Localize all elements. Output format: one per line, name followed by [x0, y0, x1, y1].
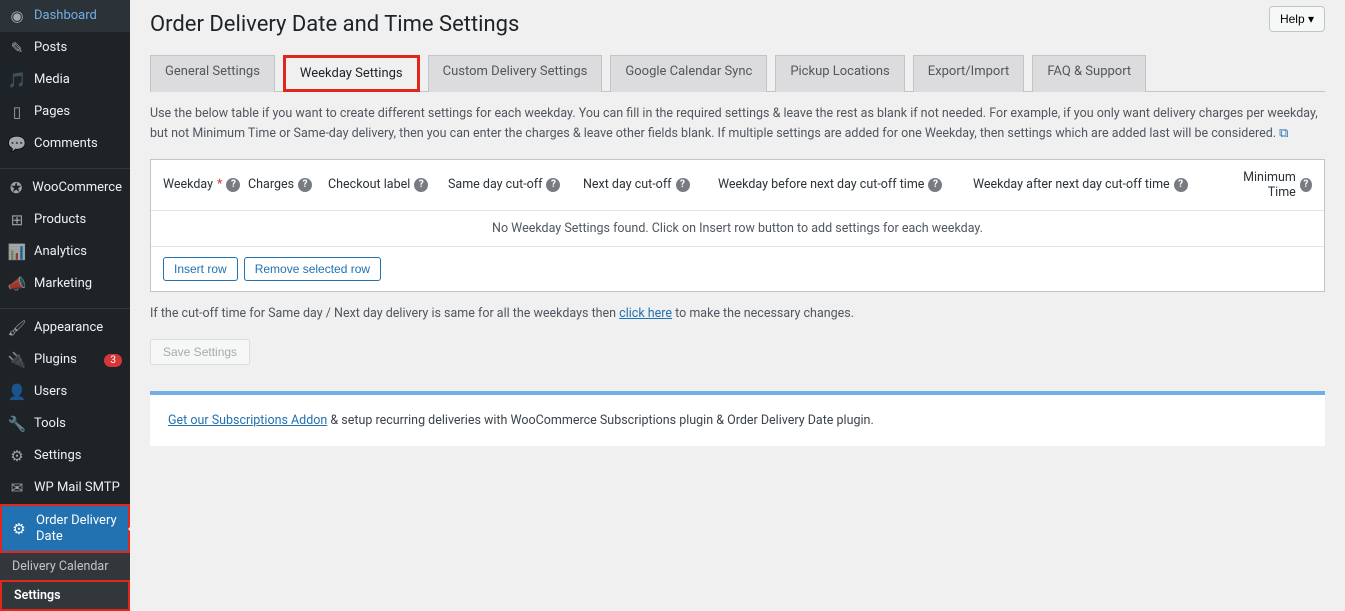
subscriptions-promo: Get our Subscriptions Addon & setup recu…: [150, 391, 1325, 446]
products-icon: ⊞: [8, 211, 26, 229]
sidebar-submenu: Delivery Calendar Settings: [0, 553, 130, 611]
col-weekday-before: Weekday before next day cut-off time ?: [718, 170, 973, 200]
col-minimum-time: Minimum Time ?: [1223, 170, 1312, 200]
click-here-link[interactable]: click here: [619, 306, 672, 321]
external-link-icon[interactable]: ⧉: [1279, 126, 1288, 141]
marketing-icon: 📣: [8, 275, 26, 293]
help-icon[interactable]: ?: [928, 178, 942, 192]
cutoff-note: If the cut-off time for Same day / Next …: [150, 306, 1325, 321]
sidebar-item-tools[interactable]: 🔧 Tools: [0, 408, 130, 440]
table-header: Weekday * ? Charges ? Checkout label ? S…: [151, 160, 1324, 211]
col-charges: Charges ?: [248, 170, 328, 200]
users-icon: 👤: [8, 383, 26, 401]
sidebar-item-label: Marketing: [34, 276, 122, 292]
main-content: Help ▾ Order Delivery Date and Time Sett…: [130, 0, 1345, 611]
help-icon[interactable]: ?: [676, 178, 690, 192]
tab-faq-support[interactable]: FAQ & Support: [1032, 55, 1146, 92]
table-actions: Insert row Remove selected row: [151, 247, 1324, 291]
sidebar-item-label: Products: [34, 212, 122, 228]
col-weekday-after: Weekday after next day cut-off time ?: [973, 170, 1223, 200]
settings-tabs: General Settings Weekday Settings Custom…: [150, 55, 1325, 92]
sidebar-item-label: Tools: [34, 416, 122, 432]
sidebar-item-wpmailsmtp[interactable]: ✉ WP Mail SMTP: [0, 472, 130, 504]
insert-row-button[interactable]: Insert row: [163, 257, 238, 281]
tab-general-settings[interactable]: General Settings: [150, 55, 275, 92]
sidebar-item-label: Comments: [34, 136, 122, 152]
sidebar-item-label: WooCommerce: [32, 180, 122, 196]
sidebar-item-comments[interactable]: 💬 Comments: [0, 128, 130, 160]
page-title: Order Delivery Date and Time Settings: [150, 12, 1325, 37]
remove-row-button[interactable]: Remove selected row: [244, 257, 381, 281]
sidebar-item-plugins[interactable]: 🔌 Plugins 3: [0, 344, 130, 376]
empty-table-message: No Weekday Settings found. Click on Inse…: [151, 211, 1324, 247]
sidebar-item-label: Media: [34, 72, 122, 88]
analytics-icon: 📊: [8, 243, 26, 261]
help-icon[interactable]: ?: [1300, 178, 1312, 192]
sidebar-item-media[interactable]: 🎵 Media: [0, 64, 130, 96]
help-icon[interactable]: ?: [298, 178, 312, 192]
help-icon[interactable]: ?: [1174, 178, 1188, 192]
col-next-day: Next day cut-off ?: [583, 170, 718, 200]
appearance-icon: 🖌: [8, 319, 26, 337]
tools-icon: 🔧: [8, 415, 26, 433]
submenu-settings[interactable]: Settings: [0, 580, 130, 611]
menu-separator: [0, 163, 130, 169]
weekday-settings-table: Weekday * ? Charges ? Checkout label ? S…: [150, 159, 1325, 292]
sidebar-item-label: Appearance: [34, 320, 122, 336]
tab-pickup-locations[interactable]: Pickup Locations: [775, 55, 904, 92]
help-icon[interactable]: ?: [414, 178, 428, 192]
col-same-day: Same day cut-off ?: [448, 170, 583, 200]
sidebar-item-label: Users: [34, 384, 122, 400]
settings-icon: ⚙: [8, 447, 26, 465]
sidebar-item-label: Dashboard: [34, 8, 122, 24]
col-weekday: Weekday * ?: [163, 170, 248, 200]
col-checkout-label: Checkout label ?: [328, 170, 448, 200]
tab-weekday-settings[interactable]: Weekday Settings: [283, 55, 420, 92]
sidebar-item-woocommerce[interactable]: ✪ WooCommerce: [0, 172, 130, 204]
sidebar-item-dashboard[interactable]: ◉ Dashboard: [0, 0, 130, 32]
plugins-icon: 🔌: [8, 351, 26, 369]
sidebar-item-posts[interactable]: ✎ Posts: [0, 32, 130, 64]
pages-icon: ▯: [8, 103, 26, 121]
dashboard-icon: ◉: [8, 7, 26, 25]
help-icon[interactable]: ?: [546, 178, 560, 192]
sidebar-item-label: Plugins: [34, 352, 100, 368]
save-settings-button[interactable]: Save Settings: [150, 339, 250, 365]
admin-sidebar: ◉ Dashboard ✎ Posts 🎵 Media ▯ Pages 💬 Comment…: [0, 0, 130, 611]
tab-google-calendar-sync[interactable]: Google Calendar Sync: [610, 55, 767, 92]
description-text: Use the below table if you want to creat…: [150, 104, 1325, 145]
tab-export-import[interactable]: Export/Import: [913, 55, 1025, 92]
subscriptions-addon-link[interactable]: Get our Subscriptions Addon: [168, 413, 327, 428]
sidebar-item-pages[interactable]: ▯ Pages: [0, 96, 130, 128]
tab-custom-delivery-settings[interactable]: Custom Delivery Settings: [428, 55, 603, 92]
help-icon[interactable]: ?: [226, 178, 240, 192]
sidebar-item-settings[interactable]: ⚙ Settings: [0, 440, 130, 472]
menu-separator: [0, 303, 130, 309]
sidebar-item-label: WP Mail SMTP: [34, 480, 122, 496]
mail-icon: ✉: [8, 479, 26, 497]
sidebar-item-users[interactable]: 👤 Users: [0, 376, 130, 408]
required-asterisk: *: [217, 177, 222, 192]
plugins-badge: 3: [104, 354, 122, 367]
posts-icon: ✎: [8, 39, 26, 57]
sidebar-item-label: Posts: [34, 40, 122, 56]
sidebar-item-label: Order Delivery Date: [36, 513, 120, 544]
sidebar-item-label: Settings: [34, 448, 122, 464]
gear-icon: ⚙: [10, 520, 28, 538]
woocommerce-icon: ✪: [8, 179, 24, 197]
sidebar-item-appearance[interactable]: 🖌 Appearance: [0, 312, 130, 344]
sidebar-item-products[interactable]: ⊞ Products: [0, 204, 130, 236]
media-icon: 🎵: [8, 71, 26, 89]
sidebar-item-label: Pages: [34, 104, 122, 120]
submenu-delivery-calendar[interactable]: Delivery Calendar: [0, 553, 130, 580]
sidebar-item-label: Analytics: [34, 244, 122, 260]
sidebar-item-marketing[interactable]: 📣 Marketing: [0, 268, 130, 300]
sidebar-item-analytics[interactable]: 📊 Analytics: [0, 236, 130, 268]
comments-icon: 💬: [8, 135, 26, 153]
help-button[interactable]: Help ▾: [1269, 6, 1325, 32]
